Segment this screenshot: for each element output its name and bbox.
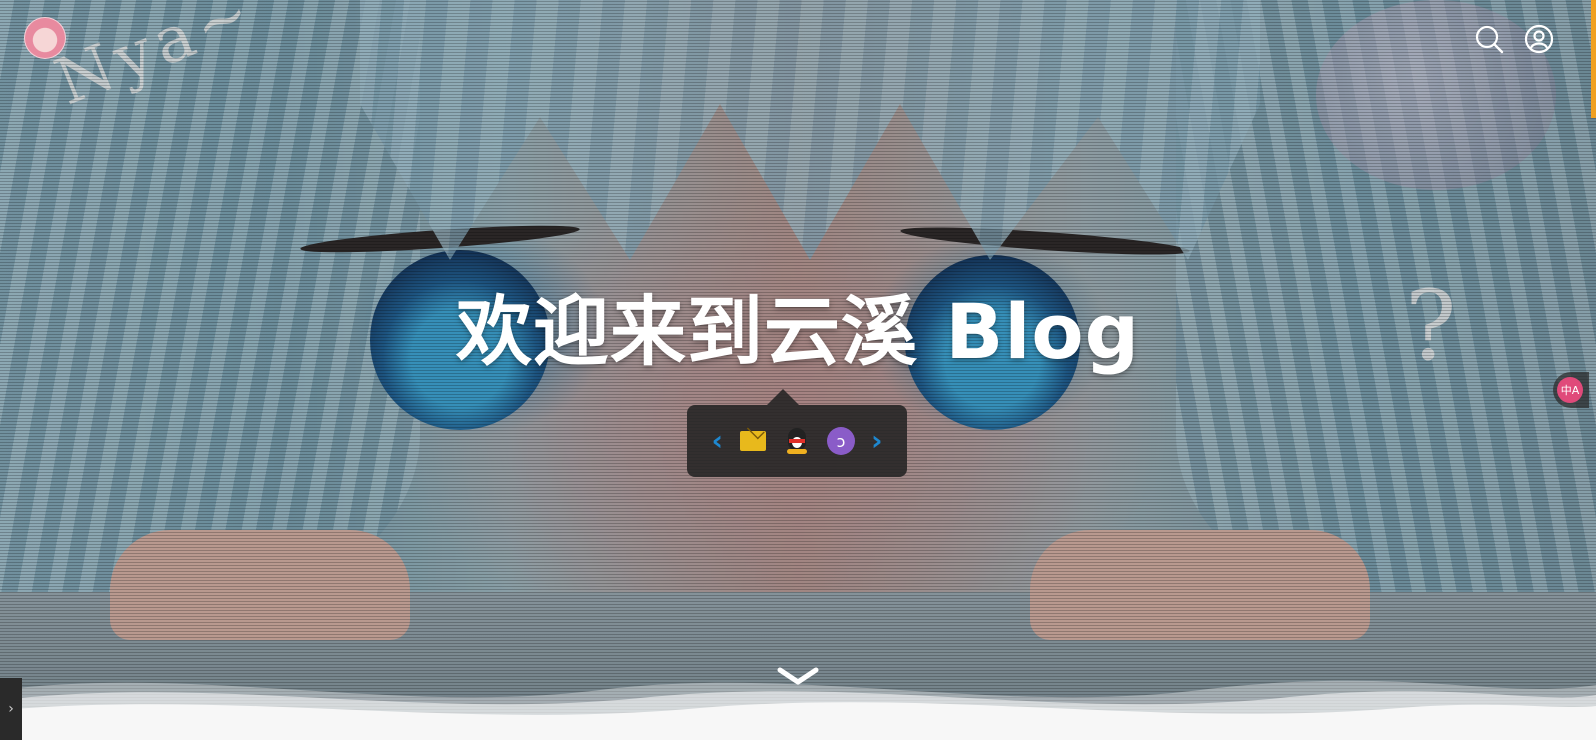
drawer-toggle-button[interactable]: › — [0, 678, 22, 740]
astro-icon[interactable]: ↄ — [827, 427, 855, 455]
social-links-panel: ‹ ↄ › — [687, 389, 907, 477]
scroll-progress-bar — [1591, 0, 1596, 118]
chevron-right-icon: › — [8, 701, 14, 717]
scroll-down-icon[interactable] — [774, 664, 822, 688]
avatar[interactable] — [24, 17, 66, 59]
chevron-left-icon[interactable]: ‹ — [711, 427, 723, 455]
search-icon[interactable] — [1474, 24, 1504, 54]
chevron-right-icon[interactable]: › — [871, 427, 883, 455]
qq-icon[interactable] — [783, 427, 811, 455]
translate-button[interactable]: 中A — [1553, 372, 1589, 408]
page-title: 欢迎来到云溪 Blog — [455, 287, 1141, 376]
user-icon[interactable] — [1524, 24, 1554, 54]
mail-icon[interactable] — [739, 427, 767, 455]
translate-icon: 中A — [1557, 377, 1583, 403]
